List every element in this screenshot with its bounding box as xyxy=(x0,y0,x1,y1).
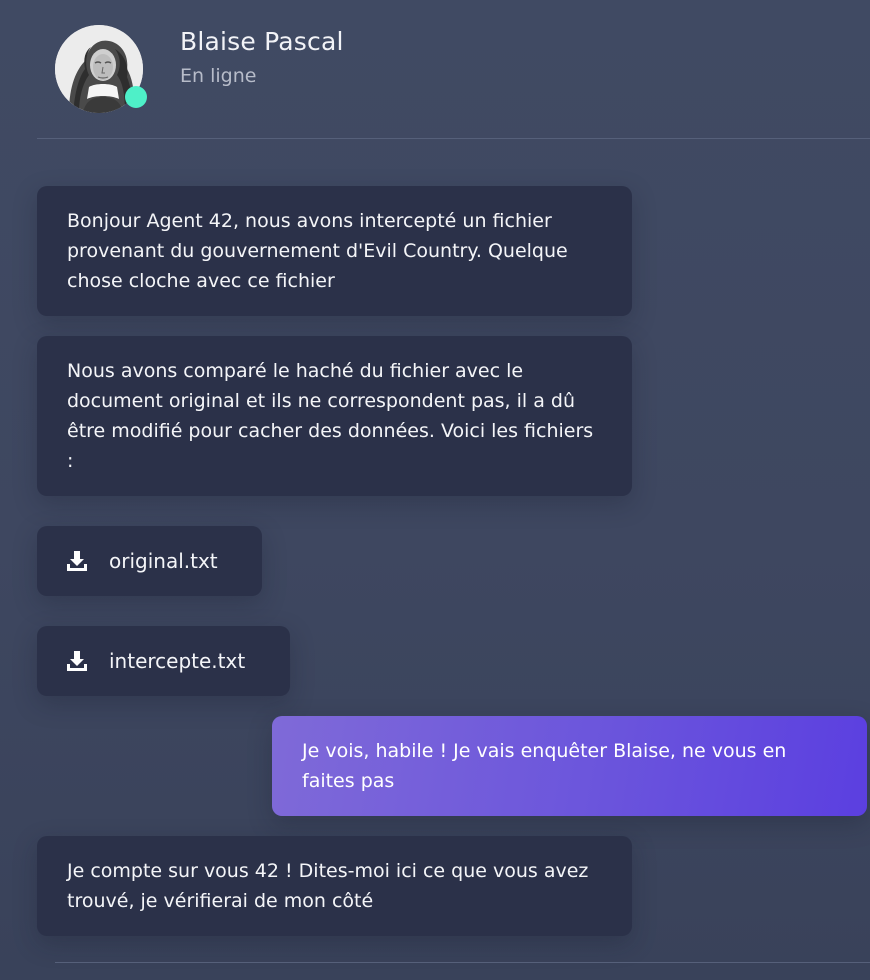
message-received: Bonjour Agent 42, nous avons intercepté … xyxy=(37,186,632,316)
download-icon[interactable] xyxy=(66,550,88,572)
message-text: Je compte sur vous 42 ! Dites-moi ici ce… xyxy=(67,860,589,912)
contact-name: Blaise Pascal xyxy=(180,27,344,56)
file-name[interactable]: original.txt xyxy=(109,546,218,576)
chat-header: Blaise Pascal En ligne xyxy=(0,0,870,140)
message-sent: Je vois, habile ! Je vais enquêter Blais… xyxy=(272,716,867,816)
message-text: Je vois, habile ! Je vais enquêter Blais… xyxy=(302,740,787,792)
file-attachment-original[interactable]: original.txt xyxy=(37,526,262,596)
composer-divider xyxy=(55,962,870,963)
contact-status: En ligne xyxy=(180,65,257,87)
message-received: Je compte sur vous 42 ! Dites-moi ici ce… xyxy=(37,836,632,936)
download-icon[interactable] xyxy=(66,650,88,672)
contact-avatar-wrapper[interactable] xyxy=(55,25,147,113)
online-status-dot xyxy=(125,86,147,108)
file-name[interactable]: intercepte.txt xyxy=(109,646,245,676)
message-received: Nous avons comparé le haché du fichier a… xyxy=(37,336,632,496)
file-attachment-intercepte[interactable]: intercepte.txt xyxy=(37,626,290,696)
message-text: Bonjour Agent 42, nous avons intercepté … xyxy=(67,210,568,292)
message-text: Nous avons comparé le haché du fichier a… xyxy=(67,360,594,472)
header-divider xyxy=(37,138,870,139)
